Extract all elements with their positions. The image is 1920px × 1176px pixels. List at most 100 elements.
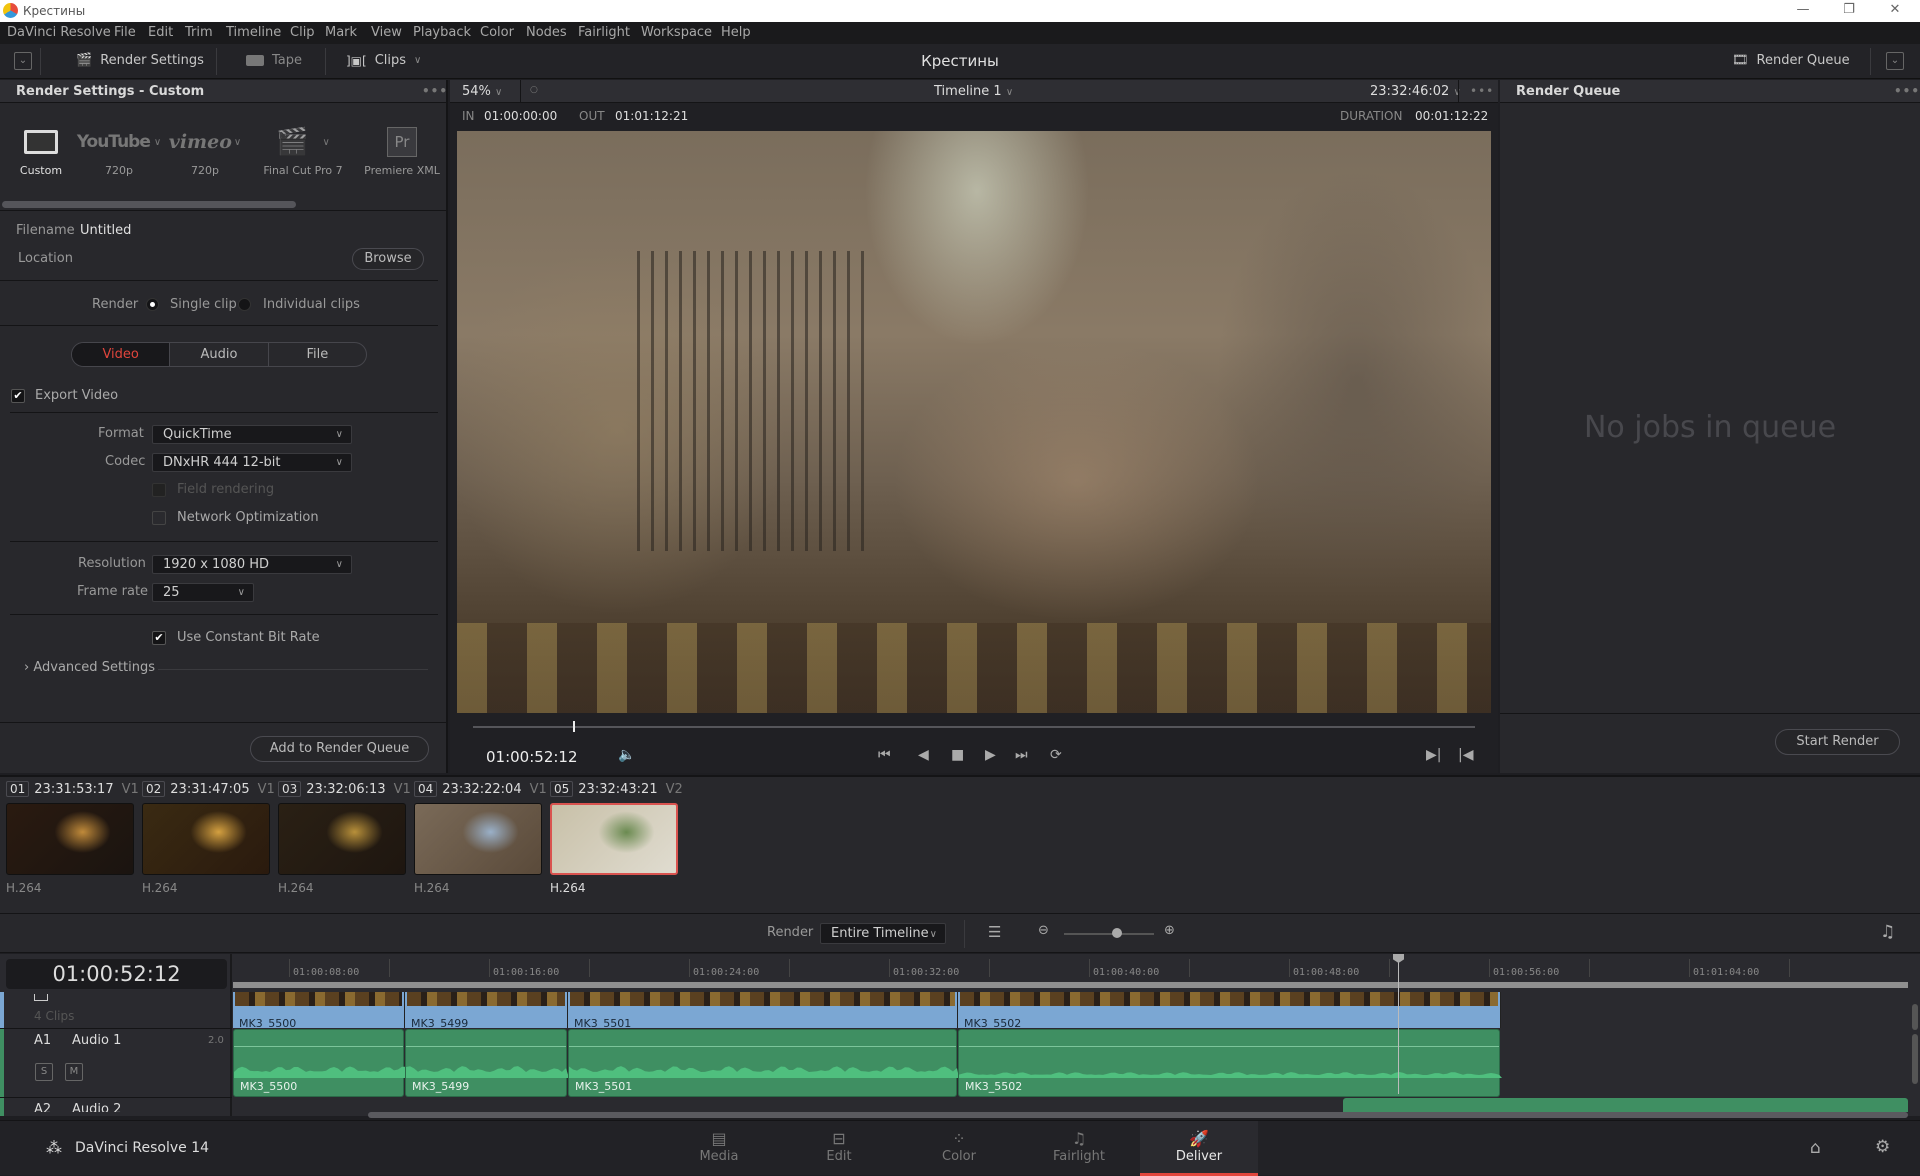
audio-vscroll[interactable] (1912, 1034, 1918, 1084)
solo-button[interactable]: S (35, 1063, 53, 1081)
audio-meter-icon[interactable]: ♫ (1880, 922, 1895, 942)
collapse-left-button[interactable]: ⌄ (14, 52, 32, 70)
timeline-playhead[interactable] (1398, 954, 1399, 1094)
a2-track-name[interactable]: Audio 2 (72, 1102, 121, 1112)
previous-edit-icon[interactable]: |◀ (1458, 747, 1473, 763)
close-button[interactable]: ✕ (1880, 2, 1910, 17)
page-deliver[interactable]: 🚀 Deliver (1140, 1121, 1258, 1176)
menu-edit[interactable]: Edit (148, 25, 173, 40)
mute-button[interactable]: M (65, 1063, 83, 1081)
individual-clips-radio[interactable] (238, 298, 251, 311)
format-dropdown[interactable]: QuickTime ∨ (152, 425, 352, 444)
video-preview[interactable] (457, 131, 1491, 713)
clips-button[interactable]: ]▣[ Clips ∨ (346, 53, 421, 68)
frame-rate-dropdown[interactable]: 25 ∨ (152, 583, 254, 602)
preset-final-cut-pro-7[interactable]: 🎬 ∨ Final Cut Pro 7 (258, 120, 348, 177)
menu-workspace[interactable]: Workspace (641, 25, 712, 40)
restore-button[interactable]: ❐ (1834, 2, 1864, 17)
a1-track-name[interactable]: Audio 1 (72, 1033, 121, 1048)
timeline-zoom-handle[interactable] (1112, 928, 1122, 938)
more-options-icon[interactable]: ••• (1894, 84, 1920, 98)
home-icon[interactable]: ⌂ (1810, 1138, 1821, 1158)
page-fairlight[interactable]: ♫ Fairlight (1020, 1121, 1138, 1176)
play-icon[interactable]: ▶ (985, 747, 996, 763)
preset-youtube[interactable]: YouTube ∨ 720p (77, 120, 161, 177)
menu-fairlight[interactable]: Fairlight (578, 25, 630, 40)
stop-icon[interactable]: ■ (951, 747, 964, 763)
network-optimization-checkbox[interactable] (152, 511, 166, 525)
scrubber-playhead[interactable] (573, 721, 576, 732)
zoom-in-icon[interactable]: ⊕ (1164, 923, 1175, 938)
loop-icon[interactable]: ⟳ (1050, 747, 1062, 763)
tab-file[interactable]: File (269, 343, 366, 366)
menu-clip[interactable]: Clip (290, 25, 315, 40)
timeline-selector[interactable]: Timeline 1 ∨ (934, 84, 1013, 99)
clip-thumbnail[interactable] (278, 803, 406, 875)
tab-audio[interactable]: Audio (170, 343, 269, 366)
collapse-right-button[interactable]: ⌄ (1886, 52, 1904, 70)
viewer-scrubber[interactable] (473, 726, 1475, 728)
timecode-dropdown[interactable]: 23:32:46:02 ∨ (1370, 84, 1461, 99)
preset-custom[interactable]: Custom (10, 120, 72, 177)
field-rendering-checkbox[interactable] (152, 483, 166, 497)
tape-button[interactable]: Tape (246, 53, 302, 68)
advanced-settings-toggle[interactable]: › Advanced Settings (24, 660, 155, 675)
start-render-button[interactable]: Start Render (1775, 729, 1900, 755)
export-video-checkbox[interactable]: ✔ (11, 389, 25, 403)
audio-clip[interactable]: MK3_5501 (568, 1029, 959, 1097)
preset-premiere-xml[interactable]: Pr Premiere XML (364, 120, 440, 177)
menu-davinci-resolve[interactable]: DaVinci Resolve (7, 25, 111, 40)
go-to-start-icon[interactable]: ⏮ (878, 747, 891, 763)
zoom-out-icon[interactable]: ⊖ (1038, 923, 1049, 938)
audio-clip[interactable]: MK3_5502 (958, 1029, 1502, 1097)
go-to-end-icon[interactable]: ⏭ (1015, 747, 1028, 763)
menu-nodes[interactable]: Nodes (526, 25, 567, 40)
preset-vimeo[interactable]: vimeo ∨ 720p (169, 120, 241, 177)
timeline-range-bar[interactable] (233, 982, 1908, 988)
play-reverse-icon[interactable]: ◀ (918, 747, 929, 763)
page-media[interactable]: ▤ Media (660, 1121, 778, 1176)
audio-clip[interactable]: MK3_5500 (233, 1029, 406, 1097)
clip-thumbnail[interactable] (6, 803, 134, 875)
render-queue-button[interactable]: 🎞 Render Queue (1732, 53, 1850, 68)
codec-dropdown[interactable]: DNxHR 444 12-bit ∨ (152, 453, 352, 472)
constant-bit-rate-checkbox[interactable]: ✔ (152, 631, 166, 645)
video-clip[interactable]: MK3_5499 (405, 992, 568, 1030)
menu-view[interactable]: View (371, 25, 402, 40)
settings-gear-icon[interactable]: ⚙ (1875, 1137, 1890, 1157)
video-clip[interactable]: MK3_5501 (568, 992, 958, 1030)
render-range-dropdown[interactable]: Entire Timeline ∨ (820, 923, 946, 944)
menu-playback[interactable]: Playback (413, 25, 471, 40)
video-clip[interactable]: MK3_5500 (233, 992, 405, 1030)
clip-thumbnail[interactable] (142, 803, 270, 875)
presets-scrollbar[interactable] (2, 201, 296, 208)
clip-thumbnail[interactable] (550, 803, 678, 875)
next-edit-icon[interactable]: ▶| (1426, 747, 1441, 763)
menu-file[interactable]: File (114, 25, 136, 40)
menu-help[interactable]: Help (721, 25, 751, 40)
add-to-render-queue-button[interactable]: Add to Render Queue (250, 736, 429, 762)
minimize-button[interactable]: — (1788, 2, 1818, 17)
resolution-dropdown[interactable]: 1920 x 1080 HD ∨ (152, 555, 352, 574)
timeline-view-options-icon[interactable]: ☰ (988, 923, 1001, 941)
timeline-zoom-slider[interactable] (1064, 933, 1154, 935)
menu-timeline[interactable]: Timeline (226, 25, 281, 40)
page-edit[interactable]: ⊟ Edit (780, 1121, 898, 1176)
menu-trim[interactable]: Trim (185, 25, 213, 40)
menu-mark[interactable]: Mark (325, 25, 357, 40)
audio-track-a2-clip[interactable] (1343, 1098, 1908, 1112)
volume-icon[interactable]: 🔈 (618, 747, 635, 763)
video-vscroll[interactable] (1912, 1004, 1918, 1030)
page-color[interactable]: ⁘ Color (900, 1121, 1018, 1176)
menu-color[interactable]: Color (480, 25, 514, 40)
zoom-dropdown[interactable]: 54% ∨ (462, 84, 502, 99)
more-options-icon[interactable]: ••• (422, 84, 448, 98)
more-options-icon[interactable]: ••• (1470, 84, 1494, 98)
browse-button[interactable]: Browse (352, 248, 424, 270)
timeline-hscroll[interactable] (368, 1112, 1908, 1118)
render-settings-button[interactable]: 🎬 Render Settings (76, 53, 204, 68)
single-clip-radio[interactable] (146, 298, 159, 311)
filename-field[interactable]: Untitled (80, 223, 131, 238)
clip-thumbnail[interactable] (414, 803, 542, 875)
tab-video[interactable]: Video (72, 343, 171, 366)
